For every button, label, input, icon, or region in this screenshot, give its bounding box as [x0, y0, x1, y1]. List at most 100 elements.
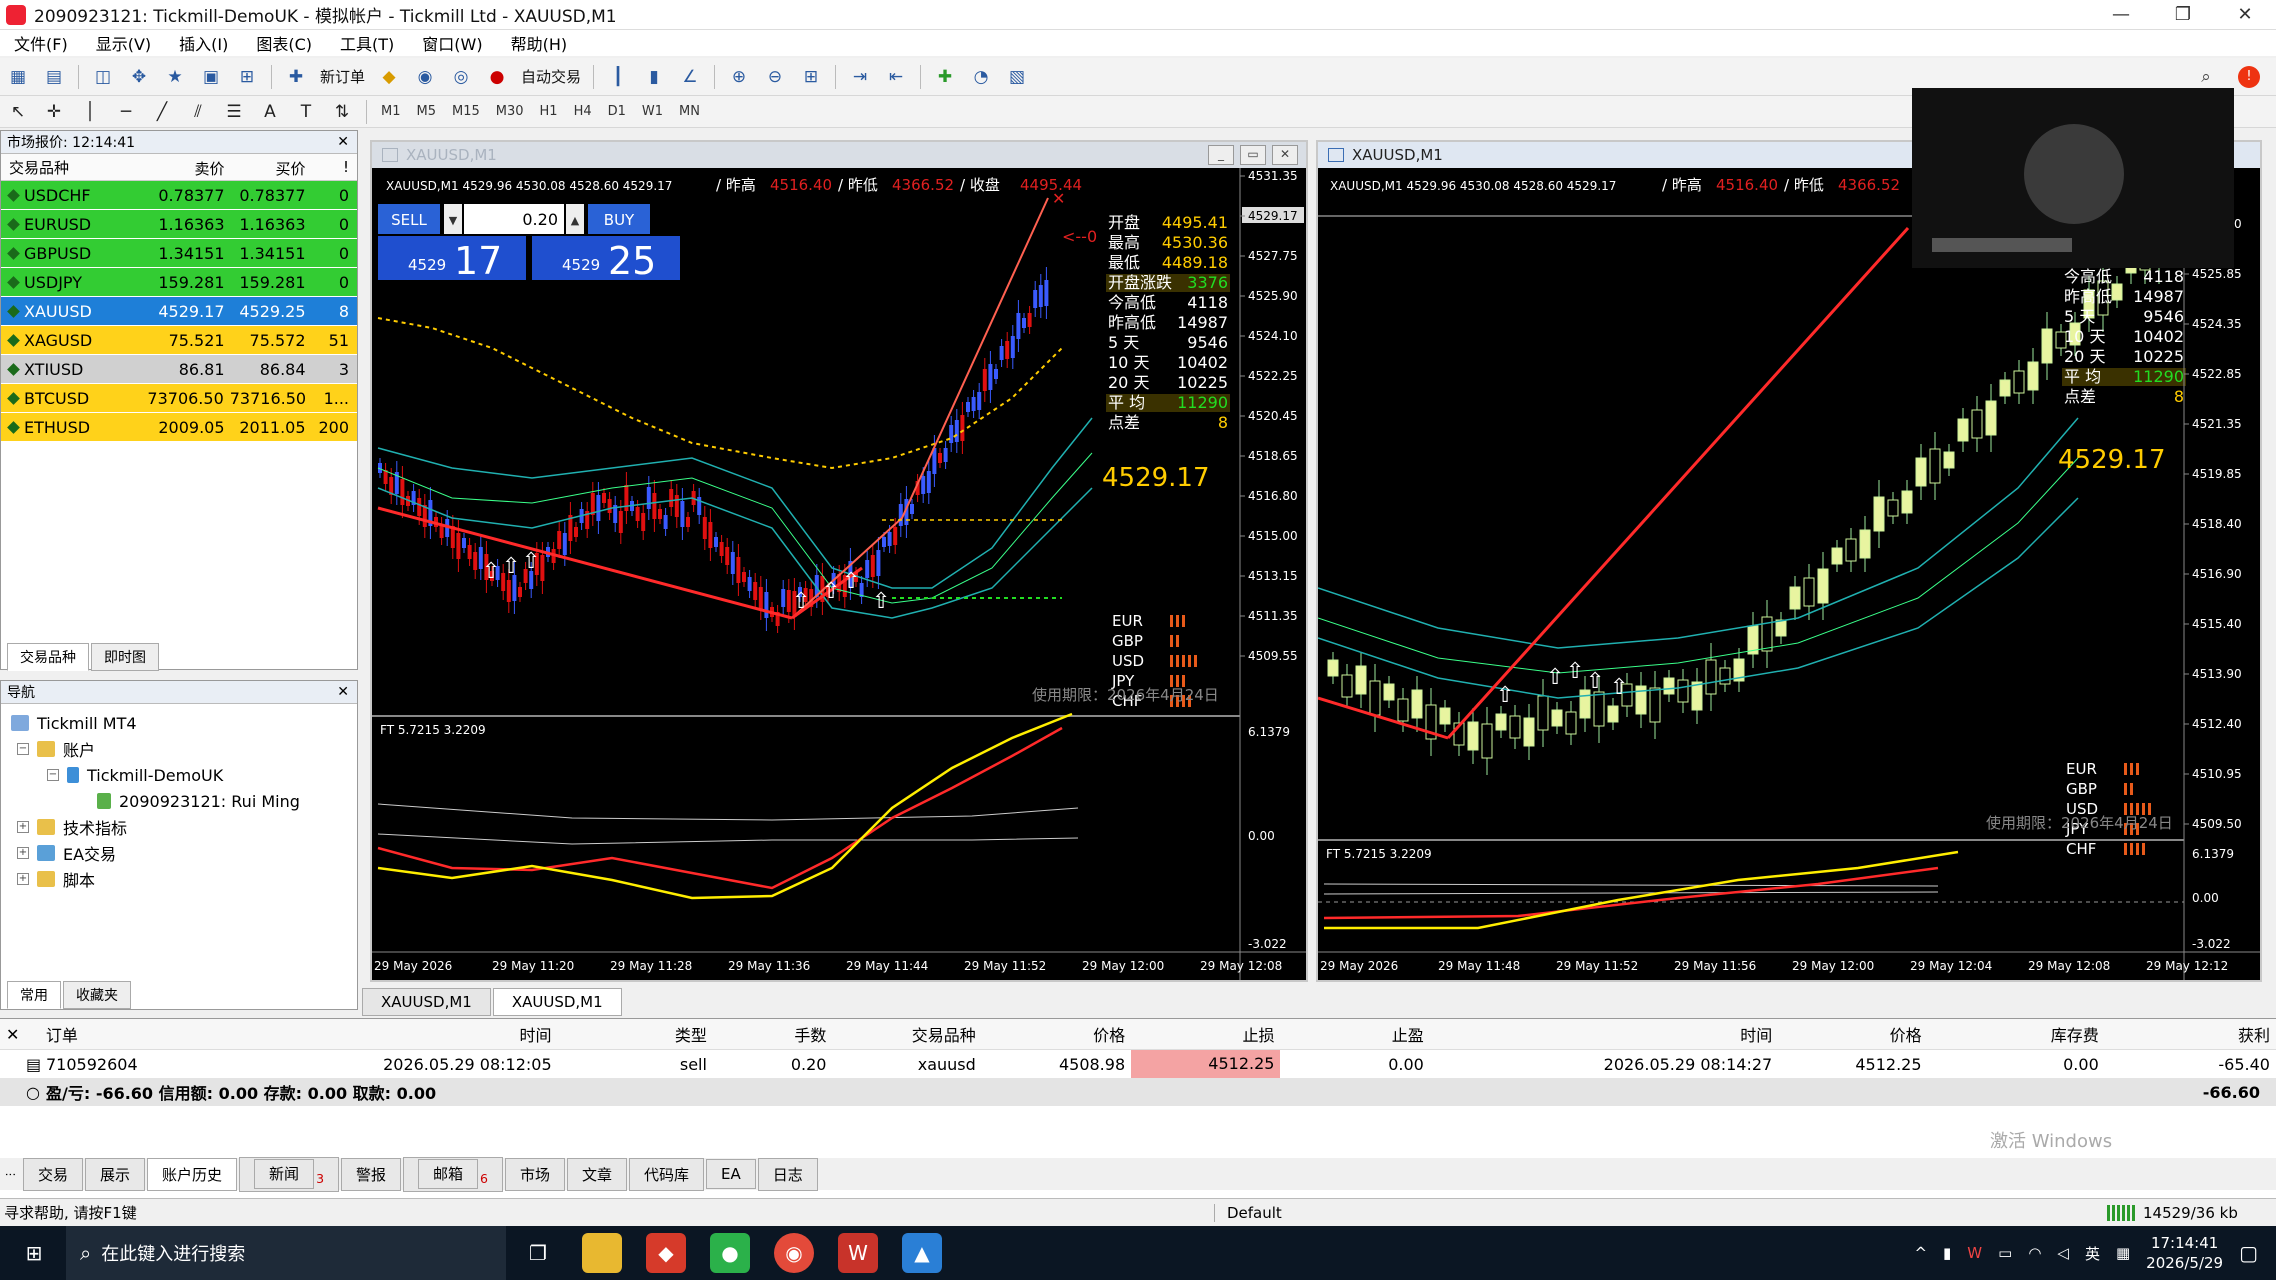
- chart-right-canvas[interactable]: XAUUSD,M1 4529.96 4530.08 4528.60 4529.1…: [1318, 168, 2260, 980]
- timeframe-m15[interactable]: M15: [444, 104, 488, 119]
- expand-icon[interactable]: +: [17, 873, 29, 885]
- tab-trade[interactable]: 交易: [23, 1157, 84, 1191]
- close-icon[interactable]: ✕: [337, 684, 357, 700]
- market-watch-row[interactable]: XTIUSD 86.81 86.84 3: [1, 355, 357, 384]
- metatrader-icon[interactable]: ◆: [646, 1233, 686, 1273]
- tester-icon[interactable]: ⊞: [232, 63, 262, 91]
- column-spread[interactable]: !: [312, 154, 357, 180]
- zoom-in-icon[interactable]: ⊕: [724, 63, 754, 91]
- chart-minimize-button[interactable]: _: [1208, 145, 1234, 165]
- close-button[interactable]: ✕: [2214, 0, 2276, 30]
- tab-experts[interactable]: EA: [706, 1159, 756, 1189]
- tab-journal[interactable]: 日志: [757, 1157, 818, 1191]
- tree-indicators[interactable]: + 技术指标: [11, 814, 357, 840]
- col-close-price[interactable]: 价格: [1778, 1022, 1927, 1046]
- menu-tools[interactable]: 工具(T): [326, 31, 408, 55]
- maximize-button[interactable]: ❐: [2152, 0, 2214, 30]
- minimize-button[interactable]: —: [2090, 0, 2152, 30]
- network-icon[interactable]: ◠: [2028, 1244, 2041, 1262]
- col-tp[interactable]: 止盈: [1280, 1022, 1429, 1046]
- meta-editor-icon[interactable]: ◆: [374, 63, 404, 91]
- battery-icon[interactable]: ▭: [1998, 1244, 2012, 1262]
- tab-exposure[interactable]: 展示: [85, 1157, 146, 1191]
- cursor-icon[interactable]: ↖: [3, 98, 33, 126]
- new-order-button[interactable]: ✚ 新订单: [278, 63, 371, 91]
- auto-scroll-icon[interactable]: ⇥: [845, 63, 875, 91]
- col-lots[interactable]: 手数: [713, 1022, 833, 1046]
- tab-market[interactable]: 市场: [505, 1157, 566, 1191]
- menu-charts[interactable]: 图表(C): [242, 31, 326, 55]
- candlestick-icon[interactable]: ▮: [639, 63, 669, 91]
- table-row[interactable]: ▤ 710592604 2026.05.29 08:12:05 sell 0.2…: [0, 1050, 2276, 1078]
- indicators-icon[interactable]: ✚: [930, 63, 960, 91]
- task-view-icon[interactable]: ❐: [518, 1233, 558, 1273]
- chart-window-left[interactable]: XAUUSD,M1 _ ▭ ✕ XAUUSD,M1 4529.96 4530.0…: [370, 140, 1308, 982]
- col-type[interactable]: 类型: [558, 1022, 713, 1046]
- col-price[interactable]: 价格: [982, 1022, 1131, 1046]
- data-window-icon[interactable]: ✥: [124, 63, 154, 91]
- options-icon[interactable]: ◎: [446, 63, 476, 91]
- tab-tick-chart[interactable]: 即时图: [91, 643, 159, 671]
- market-watch-row[interactable]: XAUUSD 4529.17 4529.25 8: [1, 297, 357, 326]
- channel-icon[interactable]: ⫽: [183, 98, 213, 126]
- market-watch-row[interactable]: USDJPY 159.281 159.281 0: [1, 268, 357, 297]
- market-watch-row[interactable]: ETHUSD 2009.05 2011.05 200: [1, 413, 357, 442]
- signals-icon[interactable]: ◉: [410, 63, 440, 91]
- trendline-icon[interactable]: ╱: [147, 98, 177, 126]
- chrome-icon[interactable]: ◉: [774, 1233, 814, 1273]
- tab-chart-1[interactable]: XAUUSD,M1: [362, 988, 491, 1016]
- menu-view[interactable]: 显示(V): [82, 31, 165, 55]
- line-chart-icon[interactable]: ∠: [675, 63, 705, 91]
- wechat-icon[interactable]: ●: [710, 1233, 750, 1273]
- close-icon[interactable]: ✕: [0, 1025, 40, 1044]
- market-watch-row[interactable]: EURUSD 1.16363 1.16363 0: [1, 210, 357, 239]
- terminal-icon[interactable]: ▣: [196, 63, 226, 91]
- tab-symbols[interactable]: 交易品种: [7, 643, 89, 671]
- expand-icon[interactable]: +: [17, 821, 29, 833]
- column-ask[interactable]: 买价: [231, 154, 312, 180]
- wps-icon[interactable]: W: [838, 1233, 878, 1273]
- timeframe-m1[interactable]: M1: [373, 104, 409, 119]
- menu-file[interactable]: 文件(F): [0, 31, 82, 55]
- timeframe-w1[interactable]: W1: [634, 104, 671, 119]
- chart-close-button[interactable]: ✕: [1272, 145, 1298, 165]
- horizontal-line-icon[interactable]: ─: [111, 98, 141, 126]
- collapse-icon[interactable]: −: [17, 743, 29, 755]
- vertical-line-icon[interactable]: │: [75, 98, 105, 126]
- market-watch-row[interactable]: XAGUSD 75.521 75.572 51: [1, 326, 357, 355]
- search-icon[interactable]: ⌕: [2191, 63, 2221, 91]
- col-close-time[interactable]: 时间: [1430, 1022, 1778, 1046]
- tree-root[interactable]: Tickmill MT4: [11, 710, 357, 736]
- menu-insert[interactable]: 插入(I): [165, 31, 242, 55]
- chart-window-right[interactable]: XAUUSD,M1 XAUUSD,M1 4529.96 4530.08 4528…: [1316, 88, 2262, 982]
- fibonacci-icon[interactable]: ☰: [219, 98, 249, 126]
- tab-chart-2[interactable]: XAUUSD,M1: [492, 988, 622, 1016]
- column-symbol[interactable]: 交易品种: [1, 154, 150, 180]
- tile-windows-icon[interactable]: ⊞: [796, 63, 826, 91]
- clock[interactable]: 17:14:41 2026/5/29: [2146, 1233, 2223, 1273]
- volume-icon[interactable]: ◁: [2057, 1244, 2069, 1262]
- tree-accounts[interactable]: − 账户: [11, 736, 357, 762]
- tab-common[interactable]: 常用: [7, 981, 61, 1009]
- tray-wps-icon[interactable]: W: [1967, 1244, 1982, 1262]
- bar-chart-icon[interactable]: ┃: [603, 63, 633, 91]
- column-bid[interactable]: 卖价: [150, 154, 231, 180]
- tree-account[interactable]: 2090923121: Rui Ming: [11, 788, 357, 814]
- menu-help[interactable]: 帮助(H): [497, 31, 582, 55]
- photos-icon[interactable]: ▲: [902, 1233, 942, 1273]
- col-symbol[interactable]: 交易品种: [832, 1022, 981, 1046]
- tree-ea[interactable]: + EA交易: [11, 840, 357, 866]
- notification-icon[interactable]: !: [2238, 65, 2260, 88]
- start-windows-icon[interactable]: ⊞: [14, 1233, 54, 1273]
- tab-favorites[interactable]: 收藏夹: [63, 981, 131, 1009]
- col-profit[interactable]: 获利: [2105, 1022, 2276, 1046]
- taskbar-search-box[interactable]: ⌕ 在此键入进行搜索: [66, 1226, 506, 1280]
- col-sl[interactable]: 止损: [1131, 1022, 1280, 1046]
- tab-articles[interactable]: 文章: [567, 1157, 628, 1191]
- chart-shift-icon[interactable]: ⇤: [881, 63, 911, 91]
- zoom-out-icon[interactable]: ⊖: [760, 63, 790, 91]
- tree-scripts[interactable]: + 脚本: [11, 866, 357, 892]
- timeframe-m30[interactable]: M30: [488, 104, 532, 119]
- chart-left-canvas[interactable]: XAUUSD,M1 4529.96 4530.08 4528.60 4529.1…: [372, 168, 1306, 980]
- timeframe-d1[interactable]: D1: [600, 104, 634, 119]
